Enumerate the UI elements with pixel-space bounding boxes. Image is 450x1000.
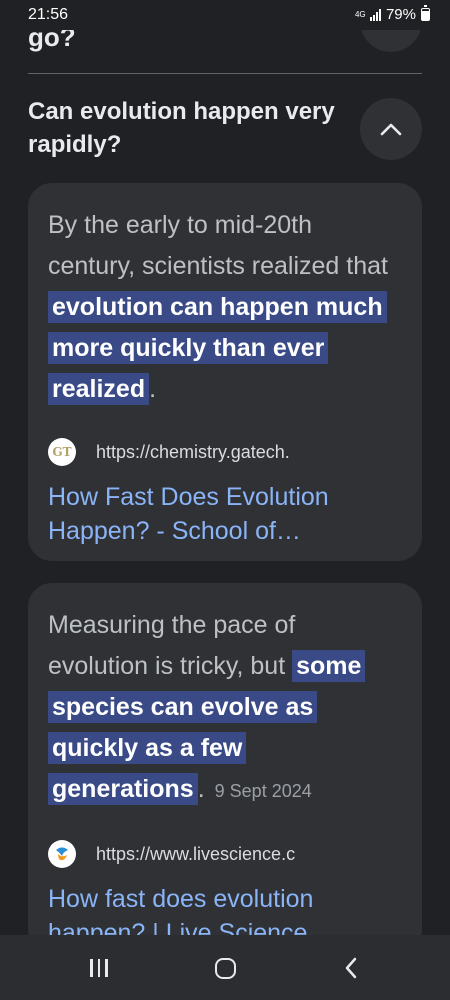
status-bar: 21:56 4G 79% (0, 0, 450, 30)
recents-button[interactable] (74, 947, 124, 989)
result-source[interactable]: GT https://chemistry.gatech. (48, 438, 402, 466)
recents-icon (90, 959, 108, 977)
result-snippet: Measuring the pace of evolution is trick… (48, 605, 402, 812)
navigation-bar (0, 935, 450, 1000)
question-toggle-button[interactable] (360, 98, 422, 160)
network-type: 4G (354, 9, 366, 19)
result-card: Measuring the pace of evolution is trick… (28, 583, 422, 953)
signal-icon (369, 8, 381, 21)
question-text[interactable]: Can evolution happen very rapidly? (28, 95, 338, 161)
divider (28, 73, 422, 74)
result-date: 9 Sept 2024 (214, 781, 312, 801)
result-card: By the early to mid-20th century, scient… (28, 183, 422, 561)
result-url: https://chemistry.gatech. (96, 441, 290, 462)
snippet-end: . (197, 775, 205, 803)
livescience-favicon-icon (48, 840, 76, 868)
back-button[interactable] (326, 947, 376, 989)
home-icon (214, 957, 236, 979)
snippet-highlight: evolution can happen much more quickly t… (48, 291, 387, 405)
livescience-logo-icon (56, 847, 68, 861)
result-source[interactable]: https://www.livescience.c (48, 840, 402, 868)
snippet-text: Measuring the pace of evolution is trick… (48, 611, 296, 680)
result-url: https://www.livescience.c (96, 843, 296, 864)
result-snippet: By the early to mid-20th century, scient… (48, 205, 402, 410)
status-icons: 4G 79% (354, 5, 430, 23)
favicon-letters: GT (52, 445, 72, 459)
home-button[interactable] (200, 947, 250, 989)
snippet-end: . (149, 375, 157, 403)
gatech-favicon-icon: GT (48, 438, 76, 466)
snippet-text: By the early to mid-20th century, scient… (48, 211, 388, 280)
result-title-link[interactable]: How Fast Does Evolution Happen? - School… (48, 480, 402, 548)
back-icon (345, 957, 357, 979)
battery-level: 79% (385, 6, 416, 23)
battery-icon (421, 5, 430, 21)
chevron-up-icon (380, 123, 402, 136)
status-time: 21:56 (28, 6, 69, 23)
